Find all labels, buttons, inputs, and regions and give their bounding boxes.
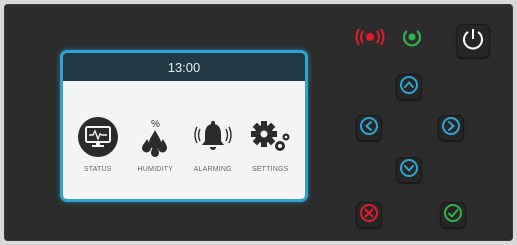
menu-item-settings[interactable]: SETTINGS bbox=[242, 115, 298, 173]
power-icon bbox=[460, 26, 486, 57]
menu-label-settings: SETTINGS bbox=[251, 166, 289, 173]
menu-item-alarming[interactable]: ALARMING bbox=[185, 115, 241, 173]
monitor-icon bbox=[77, 117, 118, 157]
left-arrow-icon bbox=[358, 115, 380, 142]
menu-label-humidity: HUMIDITY bbox=[137, 166, 173, 173]
down-button[interactable] bbox=[396, 157, 422, 183]
status-ok-indicator-icon bbox=[400, 25, 424, 49]
up-button[interactable] bbox=[396, 74, 422, 100]
confirm-icon bbox=[442, 202, 464, 229]
menu-label-alarming: ALARMING bbox=[193, 166, 232, 173]
display-menu: STATUS % HUMIDITY ALARMING SETTINGS bbox=[63, 115, 305, 173]
menu-item-humidity[interactable]: % HUMIDITY bbox=[127, 115, 183, 173]
display-screen: 13:00 STATUS % HUMIDITY ALARMING SETTING… bbox=[60, 50, 308, 202]
display-header: 13:00 bbox=[63, 53, 305, 81]
cancel-icon bbox=[358, 202, 380, 229]
humidity-icon: % bbox=[133, 115, 177, 159]
bell-icon bbox=[191, 115, 235, 159]
up-arrow-icon bbox=[398, 74, 420, 101]
confirm-button[interactable] bbox=[440, 202, 466, 228]
svg-text:%: % bbox=[151, 119, 160, 130]
right-button[interactable] bbox=[438, 115, 464, 141]
power-button[interactable] bbox=[456, 24, 490, 58]
gears-icon bbox=[248, 115, 292, 159]
menu-label-status: STATUS bbox=[83, 166, 112, 173]
clock-time: 13:00 bbox=[167, 59, 201, 75]
cancel-button[interactable] bbox=[356, 202, 382, 228]
right-arrow-icon bbox=[440, 115, 462, 142]
left-button[interactable] bbox=[356, 115, 382, 141]
menu-item-status[interactable]: STATUS bbox=[70, 115, 126, 173]
alarm-indicator-icon bbox=[350, 26, 390, 48]
down-arrow-icon bbox=[398, 157, 420, 184]
control-panel: 13:00 STATUS % HUMIDITY ALARMING SETTING… bbox=[4, 4, 513, 241]
